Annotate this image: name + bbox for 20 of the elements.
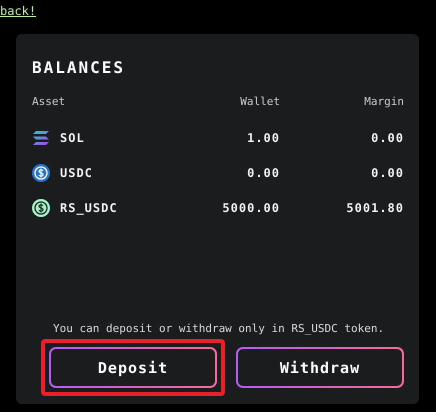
asset-name: USDC [60,166,93,180]
column-header: Asset [32,95,66,108]
margin-amount: 0.00 [370,131,404,145]
action-button[interactable]: Withdraw [236,347,404,388]
wallet-amount: 1.00 [246,131,280,145]
wallet-amount: 5000.00 [221,201,280,215]
asset-name: RS_USDC [60,201,118,215]
wallet-amount: 0.00 [246,166,280,180]
card-title: BALANCES [32,58,126,77]
coin-icon [32,164,50,182]
stripes-icon [32,129,50,147]
info-note: You can deposit or withdraw only in RS_USDC token. [52,322,386,335]
column-header: Margin [363,95,404,108]
margin-amount: 0.00 [370,166,404,180]
coin-icon [32,199,50,217]
asset-name: SOL [60,131,85,145]
action-button[interactable]: Deposit [49,347,217,388]
margin-amount: 5001.80 [345,201,404,215]
column-header: Wallet [239,95,280,108]
back-link[interactable]: back! [0,4,36,18]
